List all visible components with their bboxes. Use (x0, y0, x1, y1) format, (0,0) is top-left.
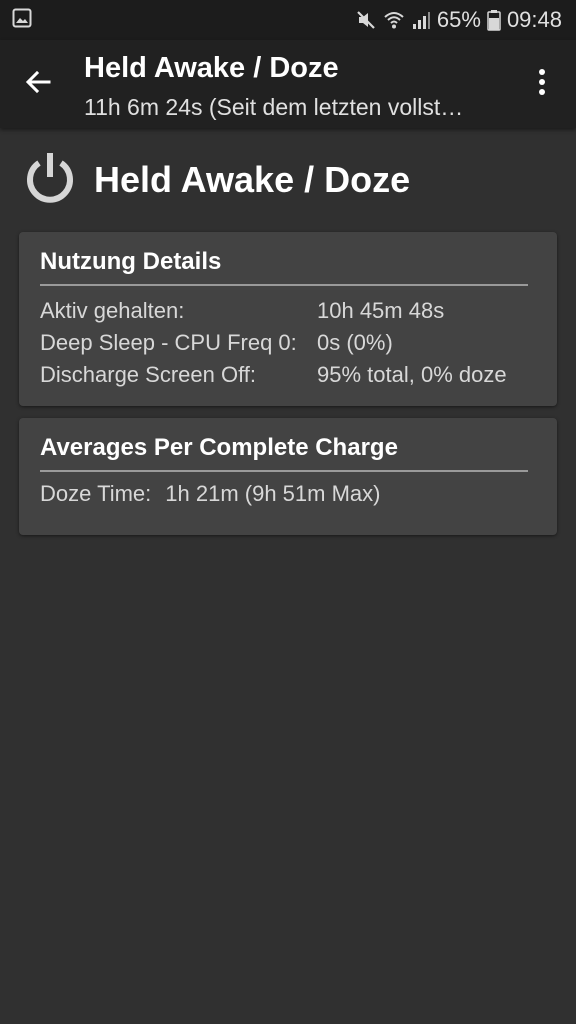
detail-value: 0s (0%) (317, 330, 393, 355)
usage-details-card: Nutzung Details Aktiv gehalten: 10h 45m … (19, 232, 557, 406)
details-list: Aktiv gehalten: 10h 45m 48s Deep Sleep -… (40, 295, 528, 391)
detail-row-held-awake: Aktiv gehalten: 10h 45m 48s (40, 295, 528, 327)
averages-card: Averages Per Complete Charge Doze Time: … (19, 418, 557, 535)
more-vert-icon (538, 68, 546, 101)
signal-icon (411, 10, 431, 30)
app-bar: Held Awake / Doze 11h 6m 24s (Seit dem l… (0, 40, 576, 128)
mute-icon (355, 9, 377, 31)
page-header: Held Awake / Doze (22, 150, 410, 210)
app-bar-subtitle: 11h 6m 24s (Seit dem letzten vollst… (84, 94, 464, 120)
doze-time-row: Doze Time: 1h 21m (9h 51m Max) (40, 481, 528, 507)
detail-row-deep-sleep: Deep Sleep - CPU Freq 0: 0s (0%) (40, 327, 528, 359)
battery-icon (487, 9, 501, 31)
arrow-left-icon (23, 67, 53, 102)
overflow-menu-button[interactable] (528, 66, 556, 102)
detail-label: Aktiv gehalten: (40, 298, 185, 323)
page-title: Held Awake / Doze (94, 159, 411, 200)
power-icon (22, 150, 78, 211)
detail-row-discharge: Discharge Screen Off: 95% total, 0% doze (40, 359, 528, 391)
back-button[interactable] (20, 66, 56, 102)
card-title: Averages Per Complete Charge (40, 434, 528, 472)
app-bar-title: Held Awake / Doze (84, 52, 339, 84)
wifi-icon (383, 9, 405, 31)
doze-time-label: Doze Time: (40, 481, 152, 506)
card-title: Nutzung Details (40, 248, 528, 286)
detail-value: 10h 45m 48s (317, 298, 445, 323)
image-icon (12, 8, 32, 33)
clock: 09:48 (506, 7, 562, 32)
averages-list: Doze Time: 1h 21m (9h 51m Max) (40, 481, 528, 507)
detail-label: Deep Sleep - CPU Freq 0: (40, 330, 297, 355)
status-bar: 65% 09:48 (0, 0, 576, 40)
detail-value: 95% total, 0% doze (317, 362, 507, 387)
doze-time-value: 1h 21m (9h 51m Max) (165, 481, 381, 506)
battery-percent: 65% (436, 7, 481, 32)
detail-label: Discharge Screen Off: (40, 362, 257, 387)
